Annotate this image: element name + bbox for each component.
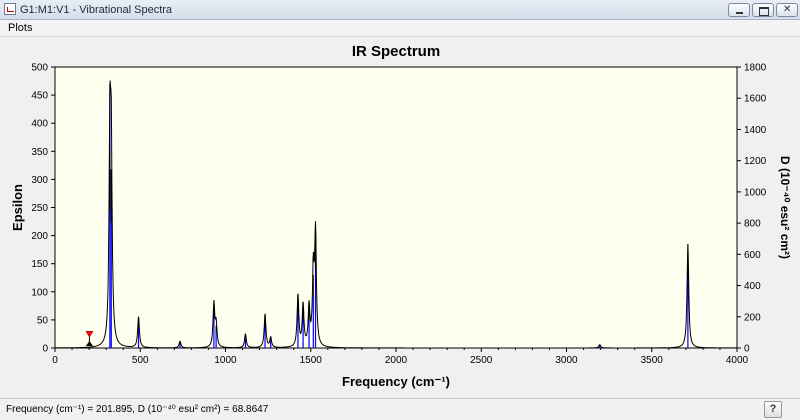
- y-right-tick-label: 200: [744, 312, 761, 323]
- y-right-tick-label: 1400: [744, 125, 767, 136]
- y-left-tick-label: 500: [31, 63, 48, 74]
- x-tick-label: 1500: [300, 355, 323, 366]
- y-right-tick-label: 1600: [744, 94, 767, 105]
- y-left-tick-label: 350: [31, 147, 48, 158]
- y-right-tick-label: 0: [744, 344, 750, 355]
- status-readout: Frequency (cm⁻¹) = 201.895, D (10⁻⁴⁰ esu…: [6, 404, 269, 415]
- close-button[interactable]: [776, 3, 798, 17]
- y-right-tick-label: 600: [744, 250, 761, 261]
- x-axis-label: Frequency (cm⁻¹): [342, 374, 450, 389]
- y-left-tick-label: 250: [31, 203, 48, 214]
- x-tick-label: 500: [132, 355, 149, 366]
- plot-area: [54, 66, 738, 349]
- chart-title: IR Spectrum: [352, 43, 440, 60]
- y-left-tick-label: 150: [31, 259, 48, 270]
- y-left-tick-label: 200: [31, 231, 48, 242]
- x-tick-label: 1000: [214, 355, 237, 366]
- y-left-tick-label: 400: [31, 119, 48, 130]
- x-tick-label: 2000: [385, 355, 408, 366]
- app-icon: [4, 3, 16, 15]
- y-right-tick-label: 1800: [744, 63, 767, 74]
- menu-bar: Plots: [0, 20, 800, 36]
- x-tick-label: 3000: [555, 355, 578, 366]
- status-bar: Frequency (cm⁻¹) = 201.895, D (10⁻⁴⁰ esu…: [0, 398, 800, 420]
- y-right-tick-label: 1000: [744, 187, 767, 198]
- menu-plots[interactable]: Plots: [8, 22, 32, 34]
- help-button[interactable]: ?: [764, 401, 782, 418]
- x-tick-label: 0: [52, 355, 58, 366]
- y-left-tick-label: 450: [31, 91, 48, 102]
- x-tick-label: 4000: [726, 355, 749, 366]
- y-left-tick-label: 100: [31, 287, 48, 298]
- y-right-axis-label: D (10⁻⁴⁰ esu² cm²): [778, 156, 792, 259]
- y-left-tick-label: 50: [37, 315, 49, 326]
- y-right-tick-label: 800: [744, 219, 761, 230]
- x-tick-label: 2500: [470, 355, 493, 366]
- y-left-tick-label: 300: [31, 175, 48, 186]
- y-left-tick-label: 0: [42, 344, 48, 355]
- y-right-tick-label: 1200: [744, 156, 767, 167]
- maximize-button[interactable]: [752, 3, 774, 17]
- y-right-tick-label: 400: [744, 281, 761, 292]
- ir-spectrum-chart[interactable]: IR Spectrum0 500 1000 1500 2000 2500 3000 3500 4…: [0, 37, 800, 399]
- window-title: G1:M1:V1 - Vibrational Spectra: [20, 4, 173, 16]
- window-title-bar[interactable]: G1:M1:V1 - Vibrational Spectra: [0, 0, 800, 20]
- x-tick-label: 3500: [641, 355, 664, 366]
- plot-panel[interactable]: IR Spectrum 0 500 1000 1500 2000 2500 3000 3500 4…: [0, 36, 800, 398]
- minimize-button[interactable]: [728, 3, 750, 17]
- y-left-axis-label: Epsilon: [10, 184, 25, 231]
